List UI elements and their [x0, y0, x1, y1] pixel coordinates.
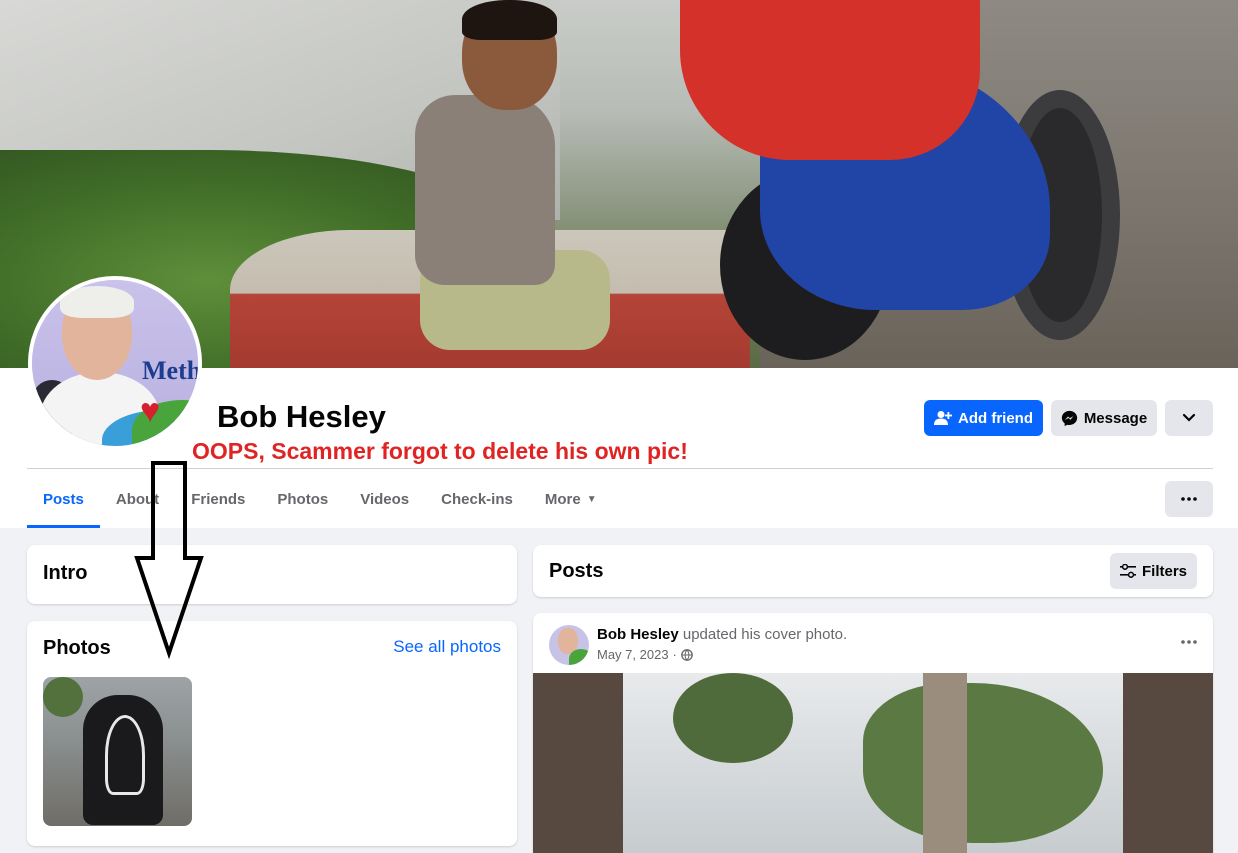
photo-thumbnail[interactable]: [43, 677, 192, 826]
avatar-hair: [60, 286, 134, 318]
tab-label: Videos: [360, 490, 410, 508]
thumb-wing-print: [105, 715, 145, 795]
post-meta: May 7, 2023 ·: [597, 647, 693, 662]
avatar-brand-text: Methodist: [142, 356, 202, 385]
tab-check-ins[interactable]: Check-ins: [425, 470, 529, 528]
tab-posts[interactable]: Posts: [27, 470, 100, 528]
ellipsis-icon: [1181, 497, 1197, 501]
post-author-avatar[interactable]: [549, 625, 589, 665]
photos-title: Photos: [43, 637, 111, 659]
sliders-icon: [1119, 564, 1136, 578]
ellipsis-icon: [1181, 640, 1197, 644]
message-button[interactable]: Message: [1051, 400, 1157, 436]
profile-name: Bob Hesley: [217, 399, 386, 434]
add-person-icon: [934, 411, 952, 425]
globe-icon: [681, 648, 693, 661]
annotation-text: OOPS, Scammer forgot to delete his own p…: [192, 438, 688, 464]
tab-label: Photos: [277, 490, 329, 508]
tab-label: Check-ins: [441, 490, 513, 508]
caret-down-icon: ▼: [586, 493, 597, 505]
thumb-tree: [43, 677, 83, 717]
post-image[interactable]: [533, 673, 1213, 853]
intro-card: Intro: [27, 545, 517, 604]
cover-child-body: [415, 95, 555, 285]
post-date[interactable]: May 7, 2023: [597, 647, 669, 662]
add-friend-button[interactable]: Add friend: [924, 400, 1043, 436]
filters-button[interactable]: Filters: [1110, 553, 1197, 589]
see-all-photos-link[interactable]: See all photos: [393, 637, 501, 657]
message-label: Message: [1083, 409, 1148, 427]
tabs-more-options-button[interactable]: [1165, 481, 1213, 517]
tab-videos[interactable]: Videos: [344, 470, 425, 528]
post-header: Bob Hesley updated his cover photo.: [597, 626, 847, 643]
cover-child-hair: [462, 0, 557, 40]
messenger-icon: [1061, 410, 1077, 426]
posts-header-card: Posts Filters: [533, 545, 1213, 597]
heart-icon: ♥: [140, 392, 161, 430]
post-image-foliage: [863, 683, 1103, 843]
filters-label: Filters: [1141, 562, 1187, 580]
profile-options-dropdown[interactable]: [1165, 400, 1213, 436]
meta-separator: ·: [672, 647, 677, 662]
add-friend-label: Add friend: [958, 409, 1033, 427]
posts-title: Posts: [549, 560, 604, 582]
post-card: Bob Hesley updated his cover photo. May …: [533, 613, 1213, 853]
post-image-trunk: [923, 673, 967, 853]
cover-motorcycle-fairing: [680, 0, 980, 160]
chevron-down-icon: [1182, 413, 1196, 422]
photos-card: Photos See all photos: [27, 621, 517, 846]
profile-tabs: Posts About Friends Photos Videos Check-…: [27, 470, 613, 528]
intro-title: Intro: [43, 562, 88, 584]
post-options-icon[interactable]: [1181, 627, 1197, 650]
tab-label: More: [544, 490, 581, 508]
post-image-photo: [623, 673, 1123, 853]
tab-more[interactable]: More ▼: [529, 470, 613, 528]
annotation-arrow-icon: [134, 461, 204, 660]
post-author-name[interactable]: Bob Hesley: [597, 626, 679, 643]
post-image-foliage: [673, 673, 793, 763]
profile-avatar[interactable]: Methodist ♥: [28, 276, 202, 450]
post-avatar-logo: [569, 649, 589, 665]
tab-label: Posts: [43, 490, 84, 508]
post-action-text: updated his cover photo.: [682, 626, 848, 643]
tab-photos[interactable]: Photos: [261, 470, 344, 528]
